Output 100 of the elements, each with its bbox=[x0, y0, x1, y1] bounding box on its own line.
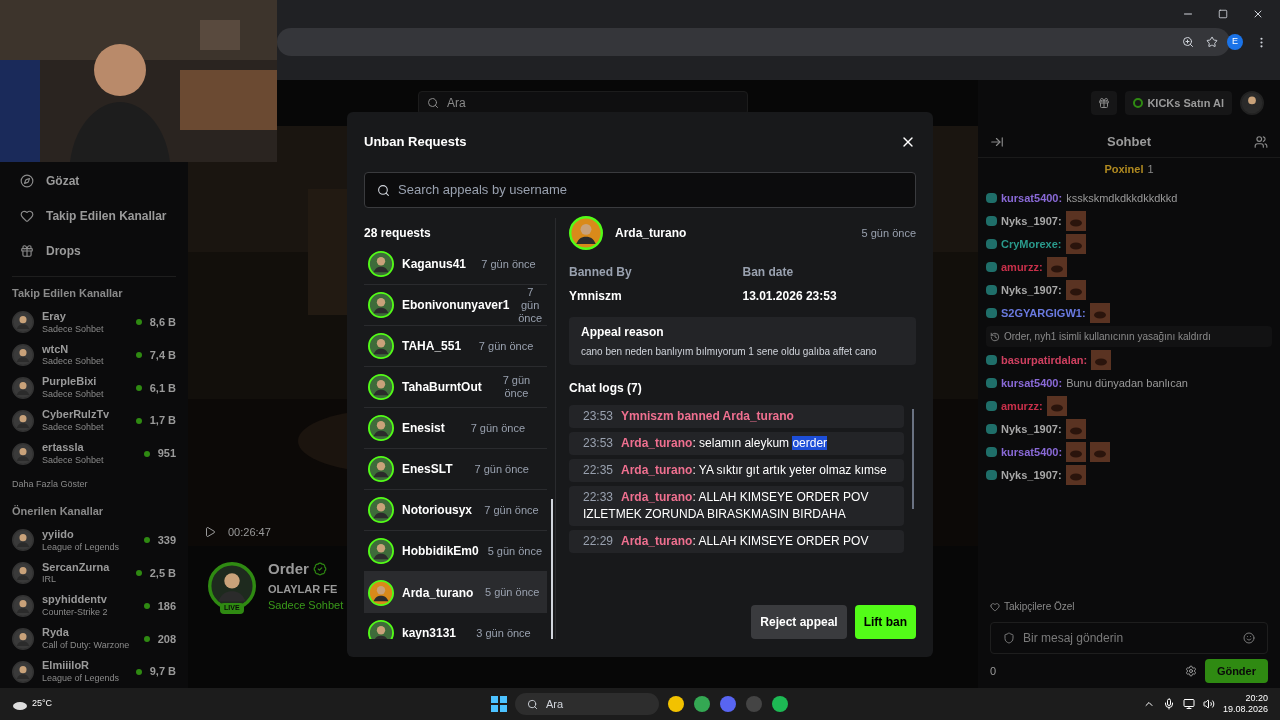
lift-ban-button[interactable]: Lift ban bbox=[854, 605, 916, 639]
channel-name[interactable]: yyiido bbox=[42, 527, 136, 542]
collapse-icon[interactable] bbox=[990, 134, 1004, 149]
avatar bbox=[368, 374, 394, 400]
show-more-link[interactable]: Daha Fazla Göster bbox=[0, 477, 188, 492]
viewer-count: 339 bbox=[157, 533, 176, 549]
channel-name[interactable]: spyhiddentv bbox=[42, 593, 136, 608]
reject-appeal-button[interactable]: Reject appeal bbox=[751, 605, 847, 639]
request-item[interactable]: Arda_turano 5 gün önce bbox=[364, 572, 547, 613]
search-field[interactable]: Search appeals by username bbox=[364, 172, 916, 208]
channel-name[interactable]: PurpleBixi bbox=[42, 375, 128, 390]
channel-name[interactable]: Eray bbox=[42, 309, 128, 324]
app-icon[interactable] bbox=[693, 695, 711, 713]
nav-item[interactable]: Gözat bbox=[0, 164, 188, 199]
request-item[interactable]: TahaBurntOut 7 gün önce bbox=[364, 367, 547, 408]
emote-icon bbox=[1046, 396, 1067, 416]
chat-badge-icon bbox=[986, 308, 997, 318]
viewer-count: 2,5 B bbox=[149, 565, 176, 581]
chat-title: Sohbet bbox=[1106, 132, 1152, 151]
avatar bbox=[368, 456, 394, 482]
channel-name[interactable]: wtcN bbox=[42, 342, 128, 357]
chat-badge-icon bbox=[986, 470, 997, 480]
request-count: 28 requests bbox=[364, 225, 432, 242]
chat-username[interactable]: amurzz: bbox=[1001, 258, 1043, 276]
chat-username[interactable]: kursat5400: bbox=[1001, 189, 1063, 207]
send-button[interactable]: Gönder bbox=[1204, 659, 1268, 683]
chat-log-entry: 22:33 Arda_turano: ALLAH KIMSEYE ORDER POV IZLETMEK ZORUNDA BIRASKMASIN BIRDAHA bbox=[569, 486, 904, 526]
temperature: 25°C bbox=[32, 697, 53, 711]
followers-only-label: Takipçilere Özel bbox=[1004, 600, 1075, 614]
chat-username[interactable]: kursat5400: bbox=[1001, 374, 1063, 392]
search-field[interactable]: Ara bbox=[418, 91, 748, 115]
chat-username[interactable]: basurpatirdalan: bbox=[1001, 351, 1088, 369]
banned-by-value: Ymniszm bbox=[569, 288, 623, 305]
request-item[interactable]: Ebonivonunyaver1 7 gün önce bbox=[364, 285, 547, 326]
viewer-count: 7,4 B bbox=[149, 347, 176, 363]
modal-title: Unban Requests bbox=[364, 133, 467, 152]
chat-username[interactable]: Nyks_1907: bbox=[1001, 466, 1062, 484]
request-item[interactable]: Enesist 7 gün önce bbox=[364, 408, 547, 449]
request-item[interactable]: Kaganus41 7 gün önce bbox=[364, 244, 547, 285]
gift-icon bbox=[1098, 97, 1111, 109]
avatar bbox=[368, 497, 394, 523]
mic-icon[interactable] bbox=[1162, 698, 1175, 710]
play-icon[interactable] bbox=[204, 526, 216, 538]
channel-category: Sadece Sohbet bbox=[42, 356, 105, 368]
emote-icon bbox=[1046, 257, 1067, 277]
ban-date-value: 13.01.2026 23:53 bbox=[742, 288, 838, 305]
chat-username[interactable]: kursat5400: bbox=[1001, 443, 1063, 461]
channel-category: League of Legends bbox=[42, 672, 121, 685]
request-item[interactable]: kayn3131 3 gün önce bbox=[364, 613, 547, 639]
avatar bbox=[368, 292, 394, 318]
nav-item[interactable]: Drops bbox=[0, 233, 188, 269]
chat-username[interactable]: Nyks_1907: bbox=[1001, 212, 1062, 230]
detail-time: 5 gün önce bbox=[861, 225, 916, 241]
taskbar-search[interactable]: Ara bbox=[515, 693, 659, 715]
chat-badge-icon bbox=[986, 216, 997, 226]
chat-username[interactable]: CryMorexe: bbox=[1001, 235, 1062, 253]
shield-icon bbox=[1003, 632, 1015, 644]
nav-item[interactable]: Takip Edilen Kanallar bbox=[0, 198, 188, 234]
channel-name[interactable]: ertassla bbox=[42, 441, 136, 455]
channel-category: Sadece Sohbet bbox=[42, 454, 105, 467]
chat-username[interactable]: Nyks_1907: bbox=[1001, 420, 1062, 438]
channel-name[interactable]: Ryda bbox=[42, 626, 136, 641]
emote-icon bbox=[1091, 350, 1112, 370]
app-icon[interactable] bbox=[667, 695, 685, 713]
maximize-icon[interactable] bbox=[1218, 9, 1228, 19]
stream-time: 00:26:47 bbox=[228, 524, 271, 540]
scrollbar[interactable] bbox=[551, 499, 553, 639]
request-item[interactable]: Notoriousyx 7 gün önce bbox=[364, 490, 547, 531]
avatar bbox=[368, 538, 394, 564]
buy-kicks-button[interactable]: KICKs Satın Al bbox=[1125, 91, 1232, 115]
channel-name[interactable]: CyberRulzTv bbox=[42, 408, 128, 422]
chat-text: Bunu dünyadan banlıcan bbox=[1066, 375, 1188, 391]
users-icon[interactable] bbox=[1254, 134, 1268, 149]
chat-username[interactable]: Nyks_1907: bbox=[1001, 281, 1062, 299]
request-item[interactable]: EnesSLT 7 gün önce bbox=[364, 449, 547, 490]
channel-name[interactable]: ElmiiiloR bbox=[42, 659, 128, 673]
request-item[interactable]: TAHA_551 7 gün önce bbox=[364, 326, 547, 367]
channel-name[interactable]: SercanZurna bbox=[42, 560, 128, 575]
volume-icon[interactable] bbox=[1202, 698, 1215, 710]
emote-icon bbox=[1065, 211, 1086, 231]
points-count: 0 bbox=[990, 663, 997, 679]
windows-icon[interactable] bbox=[491, 696, 507, 712]
channel-avatar bbox=[12, 442, 34, 465]
chat-text: ksskskmdkdkkdkkdkkd bbox=[1066, 190, 1178, 206]
channel-category: Counter-Strike 2 bbox=[42, 607, 109, 619]
channel-name: Order bbox=[268, 559, 309, 579]
detail-username: Arda_turano bbox=[615, 225, 688, 242]
app-icon[interactable] bbox=[771, 695, 789, 713]
profile-avatar[interactable]: E bbox=[1227, 34, 1243, 50]
chat-username[interactable]: amurzz: bbox=[1001, 397, 1043, 415]
chat-username[interactable]: S2GYARGIGW1: bbox=[1001, 304, 1086, 322]
gift-button[interactable] bbox=[1091, 91, 1118, 115]
monitor-icon[interactable] bbox=[1182, 698, 1195, 710]
close-icon[interactable] bbox=[1252, 8, 1264, 20]
search-icon bbox=[427, 97, 439, 109]
scrollbar[interactable] bbox=[912, 409, 914, 509]
emoji-icon[interactable] bbox=[1243, 632, 1255, 644]
settings-icon[interactable] bbox=[1184, 665, 1197, 677]
message-field[interactable]: Bir mesaj gönderin bbox=[990, 622, 1268, 654]
viewer-count: 9,7 B bbox=[149, 664, 176, 680]
